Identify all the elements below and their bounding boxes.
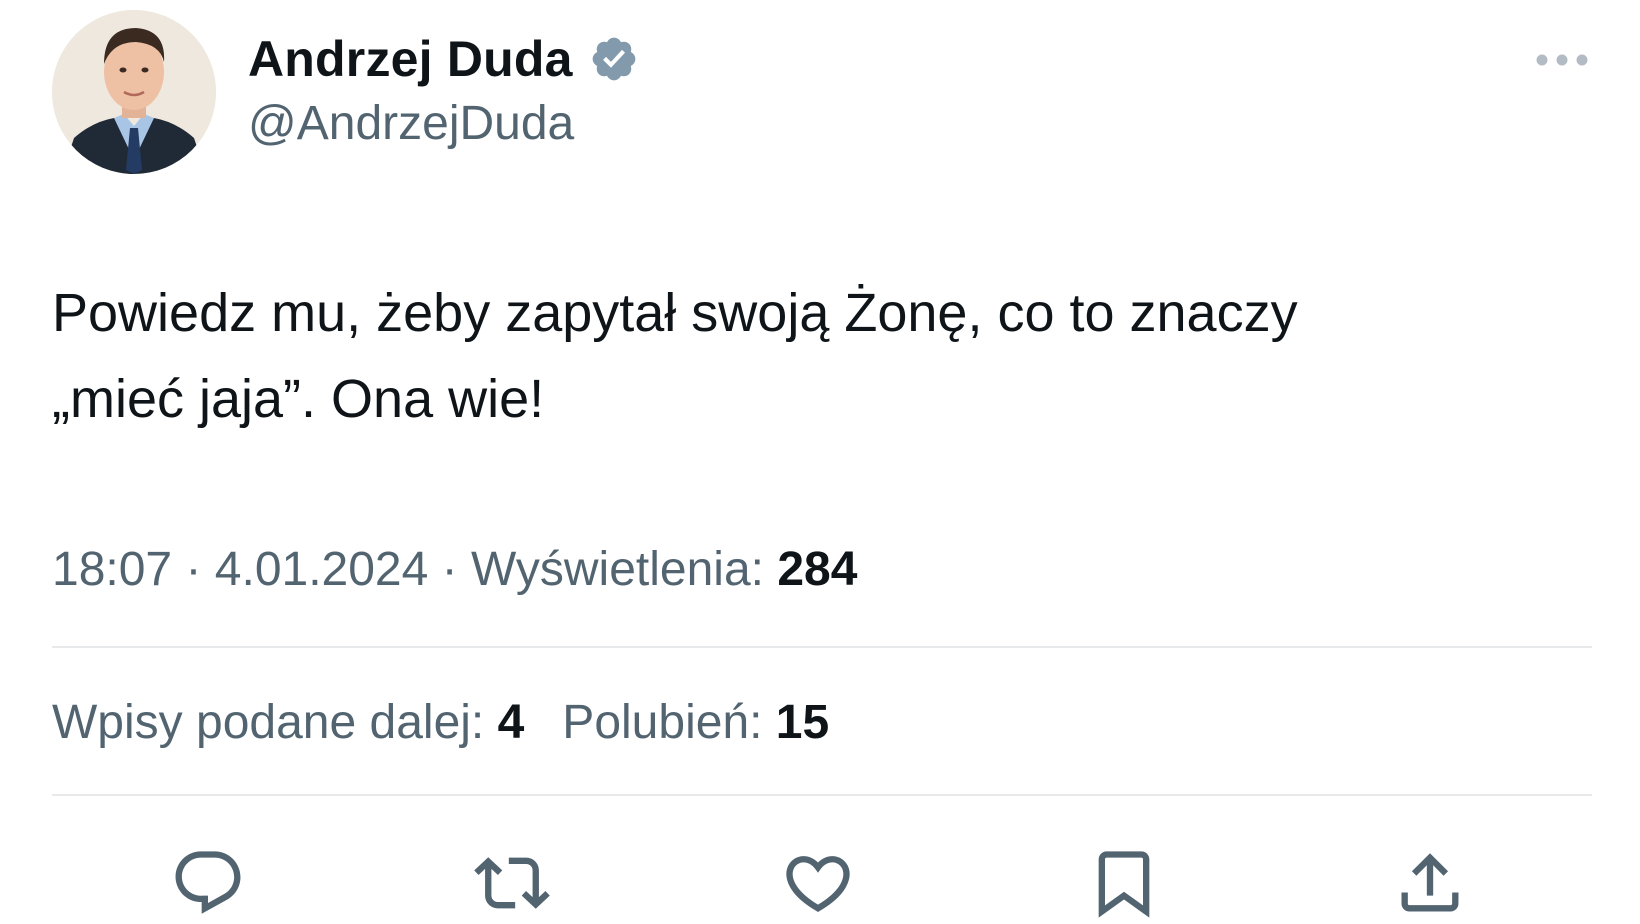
avatar-portrait-icon bbox=[52, 10, 216, 174]
repost-icon bbox=[474, 857, 550, 909]
share-icon bbox=[1401, 853, 1459, 912]
more-dots-icon bbox=[1536, 54, 1588, 66]
like-icon bbox=[786, 856, 850, 913]
author-name-row: Andrzej Duda bbox=[248, 28, 639, 90]
tweet-stats: Wpisy podane dalej: 4 Polubień: 15 bbox=[52, 695, 829, 750]
divider bbox=[52, 646, 1592, 648]
tweet-meta: 18:07 · 4.01.2024 · Wyświetlenia: 284 bbox=[52, 542, 857, 597]
bookmark-icon bbox=[1098, 851, 1150, 918]
views-count: 284 bbox=[777, 543, 858, 596]
tweet-detail: Andrzej Duda @AndrzejDuda Powiedz mu, że… bbox=[0, 0, 1640, 924]
reply-button[interactable] bbox=[166, 842, 250, 924]
share-button[interactable] bbox=[1388, 842, 1472, 924]
meta-separator: · bbox=[428, 543, 471, 596]
tweet-time[interactable]: 18:07 bbox=[52, 543, 172, 596]
author-display-name[interactable]: Andrzej Duda bbox=[248, 30, 573, 88]
tweet-date[interactable]: 4.01.2024 bbox=[215, 543, 429, 596]
repost-button[interactable] bbox=[470, 842, 554, 924]
more-options-button[interactable] bbox=[1530, 40, 1594, 80]
meta-separator: · bbox=[172, 543, 215, 596]
reposts-label: Wpisy podane dalej: bbox=[52, 696, 498, 749]
likes-count: 15 bbox=[775, 696, 830, 749]
like-button[interactable] bbox=[776, 842, 860, 924]
divider bbox=[52, 794, 1592, 796]
likes-label: Polubień: bbox=[562, 696, 776, 749]
reposts-count: 4 bbox=[497, 696, 525, 749]
likes-stat[interactable]: Polubień: 15 bbox=[562, 695, 829, 750]
avatar[interactable] bbox=[52, 10, 216, 174]
action-bar bbox=[0, 842, 1640, 924]
verified-badge-icon[interactable] bbox=[589, 34, 639, 84]
views-label: Wyświetlenia: bbox=[470, 543, 778, 596]
reposts-stat[interactable]: Wpisy podane dalej: 4 bbox=[52, 695, 524, 750]
tweet-text: Powiedz mu, żeby zapytał swoją Żonę, co … bbox=[52, 283, 1298, 429]
author-handle[interactable]: @AndrzejDuda bbox=[248, 96, 574, 151]
bookmark-button[interactable] bbox=[1082, 842, 1166, 924]
reply-icon bbox=[175, 851, 241, 914]
